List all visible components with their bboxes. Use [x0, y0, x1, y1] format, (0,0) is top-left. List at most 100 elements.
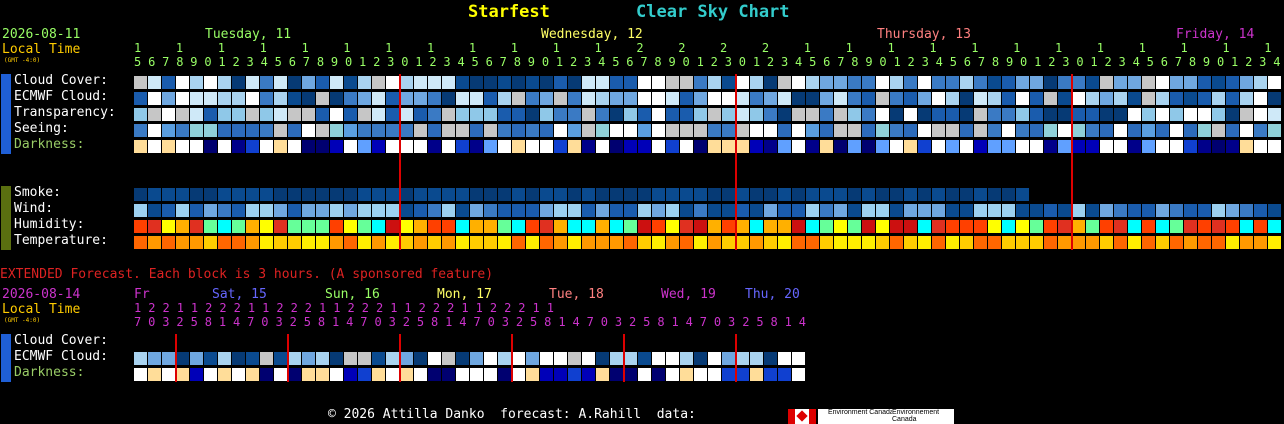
humidity-block — [764, 220, 777, 233]
wind-block — [764, 204, 777, 217]
footer-credits[interactable]: © 2026 Attilla Danko forecast: A.Rahill … — [328, 408, 696, 422]
smoke-block — [288, 188, 301, 201]
temperature-block — [540, 236, 553, 249]
cloud-cover-block — [414, 76, 427, 89]
temperature-block — [988, 236, 1001, 249]
ext-darkness-block — [722, 368, 735, 381]
cloud-cover-block — [1002, 76, 1015, 89]
transparency-block — [232, 108, 245, 121]
wind-block — [1002, 204, 1015, 217]
humidity-block — [232, 220, 245, 233]
wind-block — [1058, 204, 1071, 217]
cloud-cover-block — [526, 76, 539, 89]
seeing-block — [1212, 124, 1225, 137]
wind-block — [1198, 204, 1211, 217]
ecmwf-cloud-block — [288, 92, 301, 105]
ecmwf-cloud-block — [400, 92, 413, 105]
temperature-block — [1030, 236, 1043, 249]
ext-darkness-block — [680, 368, 693, 381]
humidity-block — [372, 220, 385, 233]
transparency-block — [414, 108, 427, 121]
wind-block — [246, 204, 259, 217]
transparency-block — [1268, 108, 1281, 121]
cloud-cover-block — [1212, 76, 1225, 89]
temperature-block — [904, 236, 917, 249]
ext-ecmwf-block — [218, 352, 231, 365]
canada-flag-logo[interactable] — [788, 409, 816, 424]
ecmwf-cloud-block — [568, 92, 581, 105]
temperature-block — [498, 236, 511, 249]
wind-block — [330, 204, 343, 217]
seeing-block — [764, 124, 777, 137]
humidity-block — [988, 220, 1001, 233]
ext-darkness-block — [204, 368, 217, 381]
ecmwf-cloud-block — [1212, 92, 1225, 105]
seeing-block — [442, 124, 455, 137]
humidity-block — [778, 220, 791, 233]
transparency-block — [918, 108, 931, 121]
darkness-block — [1226, 140, 1239, 153]
transparency-block — [498, 108, 511, 121]
temperature-block — [162, 236, 175, 249]
wind-block — [1114, 204, 1127, 217]
cloud-cover-block — [666, 76, 679, 89]
seeing-block — [610, 124, 623, 137]
site-title[interactable]: Starfest — [468, 3, 550, 21]
transparency-block — [974, 108, 987, 121]
cloud-cover-block — [274, 76, 287, 89]
ecmwf-cloud-block — [988, 92, 1001, 105]
wind-block — [722, 204, 735, 217]
ext-ecmwf-block — [792, 352, 805, 365]
wind-block — [526, 204, 539, 217]
wind-block — [932, 204, 945, 217]
cloud-cover-block — [890, 76, 903, 89]
ext-darkness-block — [484, 368, 497, 381]
ext-darkness-block — [792, 368, 805, 381]
seeing-block — [792, 124, 805, 137]
humidity-block — [750, 220, 763, 233]
environment-canada-logo[interactable]: Environment Canada — [818, 409, 902, 424]
darkness-block — [414, 140, 427, 153]
ecmwf-cloud-block — [876, 92, 889, 105]
ecmwf-cloud-block — [736, 92, 749, 105]
temperature-block — [176, 236, 189, 249]
seeing-block — [638, 124, 651, 137]
transparency-block — [988, 108, 1001, 121]
wind-block — [848, 204, 861, 217]
ext-darkness-block — [624, 368, 637, 381]
environnement-canada-logo[interactable]: Environnement Canada — [892, 409, 954, 424]
darkness-block — [918, 140, 931, 153]
transparency-block — [1254, 108, 1267, 121]
ext-ecmwf-block — [344, 352, 357, 365]
ext-ecmwf-block — [470, 352, 483, 365]
transparency-block — [162, 108, 175, 121]
seeing-block — [386, 124, 399, 137]
seeing-block — [1114, 124, 1127, 137]
hour-tens: 1 1 1 1 1 1 1 1 1 1 1 1 2 2 2 2 1 1 1 1 … — [134, 41, 1284, 55]
ecmwf-cloud-block — [204, 92, 217, 105]
temperature-block — [932, 236, 945, 249]
wind-block — [918, 204, 931, 217]
humidity-block — [274, 220, 287, 233]
humidity-block — [624, 220, 637, 233]
seeing-block — [330, 124, 343, 137]
temperature-block — [1240, 236, 1253, 249]
seeing-block — [1072, 124, 1085, 137]
smoke-block — [260, 188, 273, 201]
humidity-block — [1114, 220, 1127, 233]
chart-title[interactable]: Clear Sky Chart — [636, 3, 790, 21]
ext-row-label-ecmwf-cloud: ECMWF Cloud: — [14, 349, 108, 364]
ext-ecmwf-block — [540, 352, 553, 365]
extended-note[interactable]: EXTENDED Forecast. Each block is 3 hours… — [0, 268, 493, 282]
wind-block — [316, 204, 329, 217]
seeing-block — [736, 124, 749, 137]
ext-ecmwf-block — [708, 352, 721, 365]
ext-ecmwf-block — [386, 352, 399, 365]
darkness-block — [428, 140, 441, 153]
wind-block — [148, 204, 161, 217]
temperature-block — [722, 236, 735, 249]
humidity-block — [1212, 220, 1225, 233]
wind-block — [414, 204, 427, 217]
seeing-block — [302, 124, 315, 137]
ecmwf-cloud-block — [526, 92, 539, 105]
